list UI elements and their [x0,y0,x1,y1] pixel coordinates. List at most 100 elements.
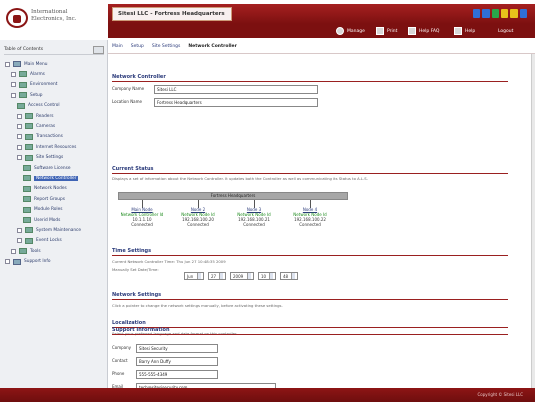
sidebar-item-label: Cameras [36,123,56,129]
sidebar-item-userid-mods[interactable]: Userid Mods [23,216,60,224]
hour-select[interactable]: 10 [258,272,276,280]
expand-toggle-icon[interactable] [17,227,22,233]
sidebar-header: Table of Contents [4,46,104,55]
phone-label: Phone [112,371,125,376]
node-status: Connected [299,222,321,227]
sidebar-item-module-roles[interactable]: Module Roles [23,206,63,214]
sidebar-item-access-control[interactable]: Access Control [17,102,60,110]
sidebar-item-event-locks[interactable]: Event Locks [17,237,62,245]
sidebar-heading: Table of Contents [4,47,44,52]
network-node: Node 4 Network Node Id 192.168.100.22 Co… [286,207,334,227]
folder-icon [19,81,27,88]
localization-title: Localization [112,320,146,326]
sidebar-item-transactions[interactable]: Transactions [17,133,63,141]
network-settings-title: Network Settings [112,292,162,298]
sidebar-item-support-info[interactable]: Support Info [5,258,50,266]
sidebar-item-label: Userid Mods [34,217,61,223]
sidebar-item-label: Main Menu [24,61,48,67]
help-faq-label: Help FAQ [419,28,440,34]
sidebar-item-readers[interactable]: Readers [17,112,53,120]
expand-toggle-icon[interactable] [11,92,16,98]
print-button[interactable]: Print [376,26,397,36]
collapse-sidebar-button[interactable] [93,46,104,54]
network-node: Main Node Network Controller Id 10.1.1.1… [118,207,166,227]
expand-toggle-icon[interactable] [17,144,22,150]
sidebar-item-system-maintenance[interactable]: System Maintenance [17,226,81,234]
sidebar-item-label: Readers [36,113,54,119]
expand-toggle-icon[interactable] [17,134,22,140]
contact-input[interactable] [136,357,218,366]
phone-input[interactable] [136,370,218,379]
expand-toggle-icon[interactable] [17,238,22,244]
status-lights [473,9,527,18]
logo-name-line1: International [31,9,68,15]
app-frame: International Electronics, Inc. Sitesi L… [0,0,535,402]
sidebar-item-environment[interactable]: Environment [11,81,57,89]
logo-mark-icon [6,8,28,28]
main-content: Main Setup Site Settings Network Control… [108,40,535,400]
sidebar-item-report-groups[interactable]: Report Groups [23,195,65,203]
hour-value: 10 [261,273,267,279]
network-settings-description: Click a pointer to change the network se… [112,303,283,308]
manage-button[interactable]: Manage [336,26,365,36]
sidebar-item-network-controller[interactable]: Network Controller [23,174,79,182]
folder-icon [23,206,31,213]
status-light [491,9,499,18]
expand-toggle-icon[interactable] [17,123,22,129]
day-select[interactable]: 27 [208,272,226,280]
sidebar-item-internet-resources[interactable]: Internet Resources [17,143,76,151]
current-time-text: Current Network Controller Time: Thu Jun… [112,259,226,264]
help-label: Help [465,28,476,34]
status-light [473,9,481,18]
expand-toggle-icon[interactable] [5,259,10,265]
print-label: Print [387,28,398,34]
sidebar-item-main-menu[interactable]: Main Menu [5,60,47,68]
logo-text: International Electronics, Inc. [31,9,81,23]
minute-value: 48 [283,273,289,279]
logout-button[interactable]: Logout [498,26,513,36]
breadcrumb-setup[interactable]: Setup [131,44,144,49]
help-button[interactable]: Help [454,26,475,36]
status-light [510,9,518,18]
help-faq-button[interactable]: Help FAQ [408,26,439,36]
folder-icon [17,102,25,109]
vertical-scrollbar[interactable] [531,54,535,388]
expand-toggle-icon[interactable] [17,113,22,119]
company-name-input[interactable] [154,85,318,94]
expand-toggle-icon[interactable] [17,155,22,161]
company-input[interactable] [136,344,218,353]
minute-select[interactable]: 48 [280,272,298,280]
expand-toggle-icon[interactable] [5,61,10,67]
sidebar-item-label: Environment [30,82,58,88]
title-bar: Sitesi LLC - Fortress Headquarters [108,4,535,24]
breadcrumb-site-settings[interactable]: Site Settings [152,44,181,49]
folder-icon [25,237,33,244]
breadcrumb: Main Setup Site Settings Network Control… [108,40,535,54]
expand-toggle-icon[interactable] [11,82,16,88]
sidebar-item-tools[interactable]: Tools [11,247,41,255]
sidebar-item-setup[interactable]: Setup [11,91,43,99]
sidebar-item-site-settings[interactable]: Site Settings [17,154,63,162]
breadcrumb-current: Network Controller [188,44,237,49]
folder-icon [25,133,33,140]
sidebar-item-network-nodes[interactable]: Network Nodes [23,185,67,193]
year-select[interactable]: 2009 [230,272,254,280]
location-label: Location Name [112,99,142,104]
location-input[interactable] [154,98,318,107]
support-information-title: Support Information [112,327,170,333]
section-divider [112,255,508,256]
sidebar-item-label: Report Groups [34,196,65,202]
company-label: Company [112,345,132,350]
network-controller-title: Network Controller [112,74,166,80]
sidebar-item-software-license[interactable]: Software License [23,164,71,172]
month-select[interactable]: Jun [184,272,204,280]
action-bar: Manage Print Help FAQ Help Logout [108,24,535,38]
time-settings-title: Time Settings [112,248,152,254]
network-bar: Fortress Headquarters [118,192,348,200]
current-status-title: Current Status [112,166,154,172]
sidebar-item-alarms[interactable]: Alarms [11,70,45,78]
expand-toggle-icon[interactable] [11,71,16,77]
breadcrumb-main[interactable]: Main [112,44,123,49]
sidebar-item-cameras[interactable]: Cameras [17,122,55,130]
expand-toggle-icon[interactable] [11,248,16,254]
